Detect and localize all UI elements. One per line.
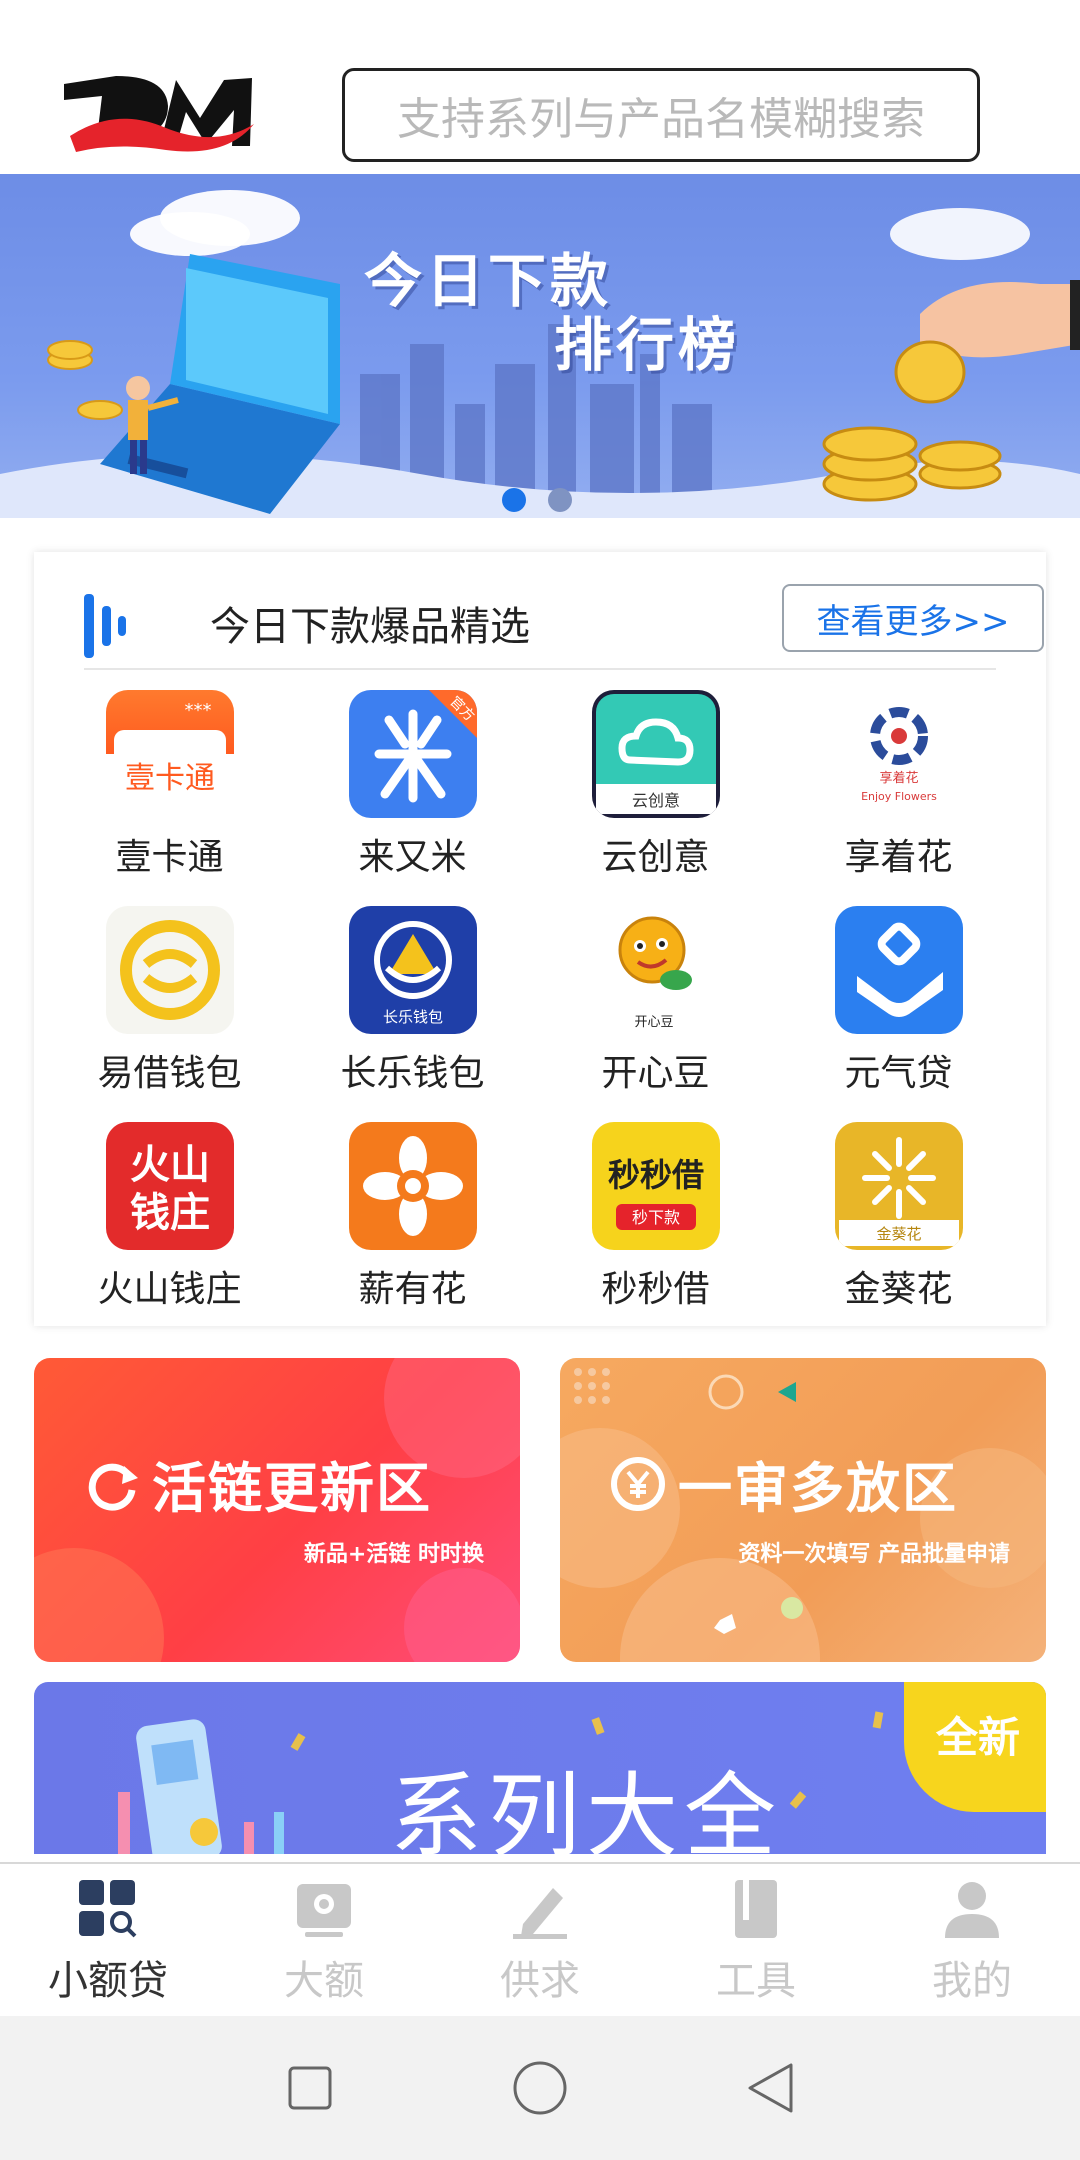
batch-apply-zone-title: 一审多放区 [610,1444,958,1523]
carousel-dot[interactable] [548,488,572,512]
home-button[interactable] [510,2058,570,2118]
hot-picks-header: 今日下款爆品精选 查看更多>> [84,574,1044,670]
app-item[interactable]: 金葵花 金葵花 [777,1122,1020,1338]
batch-apply-zone-subtitle: 资料一次填写 产品批量申请 [738,1542,1010,1567]
series-title: 系列大全 [390,1763,783,1854]
changle-wallet-icon-text: 长乐钱包 [382,1008,442,1026]
banner-title-line2: 排行榜 [554,311,741,379]
volcano-icon-text-bottom: 钱庄 [130,1190,210,1236]
yuanqi-icon [834,906,963,1034]
signal-bars-icon [84,594,126,658]
miaomiaojie-icon-subtext: 秒下款 [631,1208,679,1227]
banner-illustration [0,190,1080,518]
book-icon [735,1880,777,1938]
yikatong-icon: 壹卡通 *** [105,690,234,818]
batch-apply-zone-title-text: 一审多放区 [678,1457,958,1520]
app-name: 薪有花 [358,1269,467,1310]
live-link-zone-title-text: 活链更新区 [152,1457,432,1520]
square-icon [288,2066,332,2110]
app-item[interactable]: 薪有花 [291,1122,534,1338]
app-grid: 壹卡通 *** 壹卡通 官方 来又米 云创意 云创意 享着花 Enjoy Flo… [34,690,1046,1338]
tab-large-loan[interactable]: 大额 [216,1864,432,2016]
cloud-icon: 云创意 [591,690,720,818]
svg-text:Enjoy Flowers: Enjoy Flowers [861,790,937,803]
yuan-coin-icon [611,1456,665,1511]
app-name: 享着花 [844,837,953,878]
app-name: 易借钱包 [97,1053,242,1094]
app-name: 来又米 [358,837,467,878]
tab-tools[interactable]: 工具 [648,1864,864,2016]
tab-profile[interactable]: 我的 [864,1864,1080,2016]
search-input[interactable]: 支持系列与产品名模糊搜索 [342,68,980,162]
volcano-icon-text-top: 火山 [130,1142,210,1188]
app-item[interactable]: 享着花 Enjoy Flowers 享着花 [777,690,1020,906]
camera-card-icon [297,1884,351,1937]
app-item[interactable]: 秒秒借 秒下款 秒秒借 [534,1122,777,1338]
happy-bean-icon-text: 开心豆 [634,1015,673,1030]
view-more-button[interactable]: 查看更多>> [782,584,1044,652]
grid-search-icon [79,1880,137,1938]
app-item[interactable]: 火山 钱庄 火山钱庄 [48,1122,291,1338]
changle-wallet-icon: 长乐钱包 [348,906,477,1034]
pencil-icon [513,1888,567,1939]
carousel-dot-active[interactable] [502,488,526,512]
system-nav-bar [0,2016,1080,2160]
live-link-zone[interactable]: 活链更新区 新品+活链 时时换 [34,1358,520,1662]
yijie-wallet-icon [105,906,234,1034]
tab-supply-demand[interactable]: 供求 [432,1864,648,2016]
tab-label: 工具 [716,1958,796,2004]
app-header: 支持系列与产品名模糊搜索 [0,0,1080,174]
volcano-icon: 火山 钱庄 [105,1122,234,1250]
happy-bean-icon: 开心豆 [591,906,720,1034]
tab-label: 大额 [284,1958,364,2004]
app-name: 秒秒借 [601,1269,710,1310]
cloud-icon-text: 云创意 [631,791,679,810]
app-item[interactable]: 易借钱包 [48,906,291,1122]
hot-picks-title: 今日下款爆品精选 [210,604,530,650]
flower-swirl-icon: 享着花 Enjoy Flowers [834,690,963,818]
triangle-back-icon [748,2063,793,2113]
app-item[interactable]: 云创意 云创意 [534,690,777,906]
svg-text:***: *** [184,700,211,721]
laiyoumi-icon: 官方 [348,690,477,818]
circle-icon [513,2061,567,2115]
app-item[interactable]: 壹卡通 *** 壹卡通 [48,690,291,906]
refresh-icon [88,1463,138,1511]
app-name: 元气贷 [844,1053,953,1094]
batch-apply-zone[interactable]: 一审多放区 资料一次填写 产品批量申请 [560,1358,1046,1662]
carousel-indicator [502,488,572,512]
tab-label: 小额贷 [48,1958,168,2004]
xinyouhua-icon [348,1122,477,1250]
app-name: 金葵花 [844,1269,953,1310]
hot-picks-card: 今日下款爆品精选 查看更多>> 壹卡通 *** 壹卡通 官方 来又米 云创意 云… [34,552,1046,1326]
promo-banner[interactable]: 今日下款 排行榜 [0,174,1080,518]
app-item[interactable]: 元气贷 [777,906,1020,1122]
app-name: 云创意 [601,837,710,878]
tab-label: 我的 [932,1958,1012,2004]
miaomiaojie-icon: 秒秒借 秒下款 [591,1122,720,1250]
tab-label: 供求 [500,1958,580,2004]
person-icon [945,1882,999,1938]
tab-small-loan[interactable]: 小额贷 [0,1864,216,2016]
dm-logo [64,76,254,152]
app-name: 壹卡通 [115,837,224,878]
yikatong-icon-text: 壹卡通 [125,761,215,796]
app-item[interactable]: 长乐钱包 长乐钱包 [291,906,534,1122]
app-name: 火山钱庄 [97,1269,242,1310]
live-link-zone-title: 活链更新区 [84,1444,432,1523]
app-item[interactable]: 官方 来又米 [291,690,534,906]
app-name: 开心豆 [601,1053,710,1094]
recents-button[interactable] [280,2058,340,2118]
sunflower-icon: 金葵花 [834,1122,963,1250]
app-name: 长乐钱包 [340,1053,485,1094]
series-banner[interactable]: 系列大全 全新 [34,1682,1046,1854]
back-button[interactable] [740,2058,800,2118]
live-link-zone-subtitle: 新品+活链 时时换 [303,1542,484,1567]
miaomiaojie-icon-text: 秒秒借 [607,1156,703,1194]
new-badge: 全新 [904,1682,1046,1812]
app-item[interactable]: 开心豆 开心豆 [534,906,777,1122]
flower-swirl-icon-text: 享着花 [879,770,918,786]
bottom-tab-bar: 小额贷 大额 供求 工具 我的 [0,1862,1080,2016]
sunflower-icon-text: 金葵花 [876,1225,921,1243]
